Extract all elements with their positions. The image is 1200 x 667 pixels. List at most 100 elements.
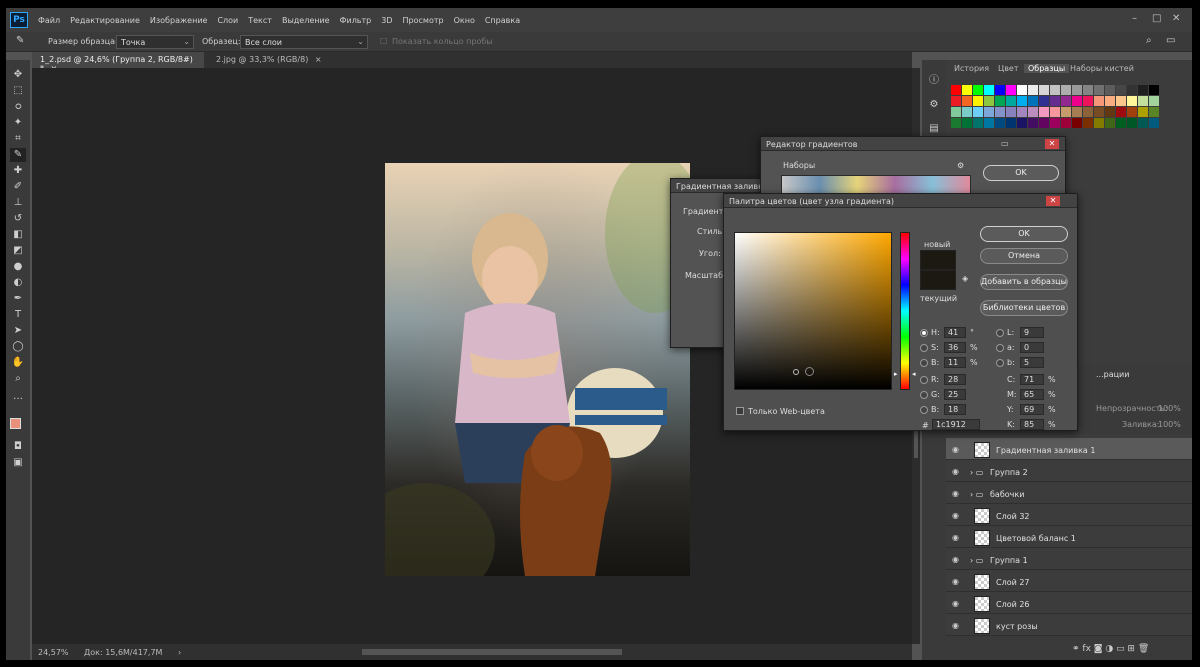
- menu-window[interactable]: Окно: [454, 16, 475, 25]
- swatch-color[interactable]: [1006, 107, 1016, 117]
- swatch-color[interactable]: [1028, 96, 1038, 106]
- swatch-color[interactable]: [1072, 118, 1082, 128]
- m-field[interactable]: 65: [1020, 389, 1044, 400]
- eye-icon[interactable]: ◉: [952, 555, 959, 564]
- r-field[interactable]: 28: [944, 374, 966, 385]
- tab-brush-presets[interactable]: Наборы кистей: [1070, 64, 1134, 73]
- web-colors-checkbox[interactable]: [736, 407, 744, 415]
- tab-document-2[interactable]: 2.jpg @ 33,3% (RGB/8) ×: [208, 52, 338, 68]
- swatch-color[interactable]: [1061, 85, 1071, 95]
- folder-icon[interactable]: › ▭: [970, 556, 983, 565]
- brightness-radio[interactable]: [920, 359, 928, 367]
- brush-tool-icon[interactable]: ✐: [10, 180, 26, 194]
- a-radio[interactable]: [996, 344, 1004, 352]
- photo-canvas-image[interactable]: [385, 163, 690, 576]
- eyedropper-tool-icon[interactable]: ✎: [16, 35, 24, 46]
- lab-b-field[interactable]: 5: [1020, 357, 1044, 368]
- close-icon[interactable]: ✕: [1172, 13, 1180, 24]
- layer-footer-icons[interactable]: ⚭ fx ◙ ◑ ▭ ⊞ 🗑: [1072, 644, 1149, 654]
- blue-radio[interactable]: [920, 406, 928, 414]
- swatch-color[interactable]: [1138, 96, 1148, 106]
- swatch-color[interactable]: [1050, 85, 1060, 95]
- layers-tab-label[interactable]: ...рации: [1096, 370, 1129, 379]
- zoom-level[interactable]: 24,57%: [38, 648, 69, 657]
- h-field[interactable]: 41: [944, 327, 966, 338]
- status-arrow-icon[interactable]: ›: [178, 648, 181, 657]
- move-tool-icon[interactable]: ✥: [10, 68, 26, 82]
- more-tools-icon[interactable]: …: [10, 390, 26, 404]
- layer-row[interactable]: ◉ › ▭ Группа 2: [946, 460, 1192, 482]
- type-tool-icon[interactable]: T: [10, 308, 26, 322]
- blur-tool-icon[interactable]: ●: [10, 260, 26, 274]
- swatch-color[interactable]: [973, 96, 983, 106]
- close-tab-icon[interactable]: ×: [315, 55, 322, 64]
- swatch-color[interactable]: [995, 118, 1005, 128]
- menu-filter[interactable]: Фильтр: [340, 16, 372, 25]
- red-radio[interactable]: [920, 376, 928, 384]
- menu-3d[interactable]: 3D: [381, 16, 392, 25]
- eye-icon[interactable]: ◉: [952, 467, 959, 476]
- swatch-color[interactable]: [1072, 85, 1082, 95]
- eyedropper-tool-icon[interactable]: ✎: [10, 148, 26, 162]
- swatch-color[interactable]: [951, 118, 961, 128]
- layer-row[interactable]: ◉ Слой 27: [946, 570, 1192, 592]
- adjustments-icon[interactable]: ⚙: [926, 98, 942, 112]
- menu-file[interactable]: Файл: [38, 16, 60, 25]
- ok-button[interactable]: OK: [980, 226, 1068, 242]
- swatch-color[interactable]: [1094, 85, 1104, 95]
- a-field[interactable]: 0: [1020, 342, 1044, 353]
- quick-mask-icon[interactable]: ◘: [10, 440, 26, 454]
- search-icon[interactable]: ⌕: [1146, 35, 1152, 46]
- swatch-color[interactable]: [973, 85, 983, 95]
- history-brush-icon[interactable]: ↺: [10, 212, 26, 226]
- swatch-color[interactable]: [962, 96, 972, 106]
- layer-row[interactable]: ◉ › ▭ бабочки: [946, 482, 1192, 504]
- close-icon[interactable]: ✕: [1046, 196, 1060, 206]
- swatch-color[interactable]: [1149, 107, 1159, 117]
- green-radio[interactable]: [920, 391, 928, 399]
- close-icon[interactable]: ✕: [1045, 139, 1059, 149]
- layer-row[interactable]: ◉ Слой 32: [946, 504, 1192, 526]
- path-select-icon[interactable]: ➤: [10, 324, 26, 338]
- swatch-color[interactable]: [995, 96, 1005, 106]
- show-ring-checkbox[interactable]: ☐: [380, 37, 387, 46]
- swatch-color[interactable]: [1105, 107, 1115, 117]
- swatch-color[interactable]: [1094, 118, 1104, 128]
- swatch-color[interactable]: [984, 107, 994, 117]
- swatch-color[interactable]: [1116, 96, 1126, 106]
- c-field[interactable]: 71: [1020, 374, 1044, 385]
- swatch-color[interactable]: [1017, 107, 1027, 117]
- swatch-color[interactable]: [962, 118, 972, 128]
- cancel-button[interactable]: Отмена: [980, 248, 1068, 264]
- sample-select[interactable]: Все слои ⌄: [240, 35, 368, 49]
- hand-tool-icon[interactable]: ✋: [10, 356, 26, 370]
- tab-color[interactable]: Цвет: [998, 64, 1019, 73]
- swatch-color[interactable]: [1006, 96, 1016, 106]
- swatch-color[interactable]: [984, 96, 994, 106]
- swatch-color[interactable]: [1127, 96, 1137, 106]
- swatch-color[interactable]: [951, 85, 961, 95]
- magic-wand-tool-icon[interactable]: ✦: [10, 116, 26, 130]
- folder-icon[interactable]: › ▭: [970, 490, 983, 499]
- swatch-color[interactable]: [973, 107, 983, 117]
- swatch-color[interactable]: [1149, 118, 1159, 128]
- swatch-color[interactable]: [1127, 107, 1137, 117]
- swatch-color[interactable]: [1083, 85, 1093, 95]
- g-field[interactable]: 25: [944, 389, 966, 400]
- s-field[interactable]: 36: [944, 342, 966, 353]
- swatch-color[interactable]: [1072, 107, 1082, 117]
- menu-help[interactable]: Справка: [485, 16, 520, 25]
- swatch-color[interactable]: [1138, 118, 1148, 128]
- swatch-color[interactable]: [1127, 118, 1137, 128]
- swatch-color[interactable]: [1050, 107, 1060, 117]
- zoom-tool-icon[interactable]: ⌕: [10, 372, 26, 386]
- swatch-color[interactable]: [1039, 96, 1049, 106]
- swatch-color[interactable]: [1028, 107, 1038, 117]
- hue-slider-arrow-icon[interactable]: ▸: [894, 370, 898, 378]
- swatch-color[interactable]: [951, 107, 961, 117]
- swatch-color[interactable]: [1061, 107, 1071, 117]
- swatch-color[interactable]: [1116, 107, 1126, 117]
- y-field[interactable]: 69: [1020, 404, 1044, 415]
- hue-slider-arrow-icon[interactable]: ◂: [912, 370, 916, 378]
- swatch-grid[interactable]: [951, 85, 1159, 128]
